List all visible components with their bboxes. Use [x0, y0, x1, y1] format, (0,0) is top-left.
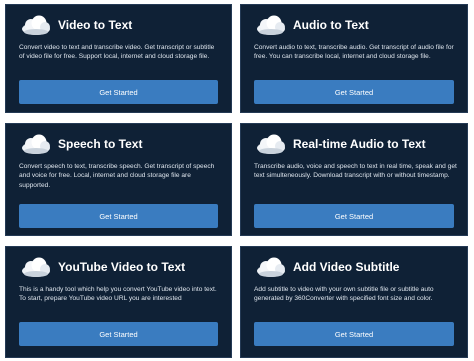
get-started-button[interactable]: Get Started: [19, 322, 218, 346]
get-started-button[interactable]: Get Started: [254, 80, 454, 104]
card-title: Speech to Text: [58, 137, 143, 151]
card-title: YouTube Video to Text: [58, 260, 186, 274]
cloud-icon: [257, 15, 285, 35]
card-audio-to-text: Audio to Text Convert audio to text, tra…: [240, 4, 468, 113]
card-youtube-video-to-text: YouTube Video to Text This is a handy to…: [5, 246, 232, 358]
get-started-button[interactable]: Get Started: [254, 322, 454, 346]
card-real-time-audio-to-text: Real-time Audio to Text Transcribe audio…: [240, 123, 468, 236]
card-title: Video to Text: [58, 18, 133, 32]
card-speech-to-text: Speech to Text Convert speech to text, t…: [5, 123, 232, 236]
card-title: Audio to Text: [293, 18, 369, 32]
get-started-button[interactable]: Get Started: [19, 204, 218, 228]
card-title: Real-time Audio to Text: [293, 137, 426, 151]
card-description: Convert video to text and transcribe vid…: [19, 44, 215, 61]
card-description: Add subtitle to video with your own subt…: [254, 286, 434, 303]
cloud-icon: [257, 257, 285, 277]
card-description: Convert audio to text, transcribe audio.…: [254, 44, 454, 61]
card-description: Convert speech to text, transcribe speec…: [19, 163, 215, 189]
card-description: Transcribe audio, voice and speech to te…: [254, 163, 457, 180]
card-description: This is a handy tool which help you conv…: [19, 286, 217, 303]
cloud-icon: [22, 134, 50, 154]
card-video-to-text: Video to Text Convert video to text and …: [5, 4, 232, 113]
get-started-button[interactable]: Get Started: [19, 80, 218, 104]
card-add-video-subtitle: Add Video Subtitle Add subtitle to video…: [240, 246, 468, 358]
get-started-button[interactable]: Get Started: [254, 204, 454, 228]
card-title: Add Video Subtitle: [293, 260, 400, 274]
cloud-icon: [22, 15, 50, 35]
cloud-icon: [22, 257, 50, 277]
cloud-icon: [257, 134, 285, 154]
